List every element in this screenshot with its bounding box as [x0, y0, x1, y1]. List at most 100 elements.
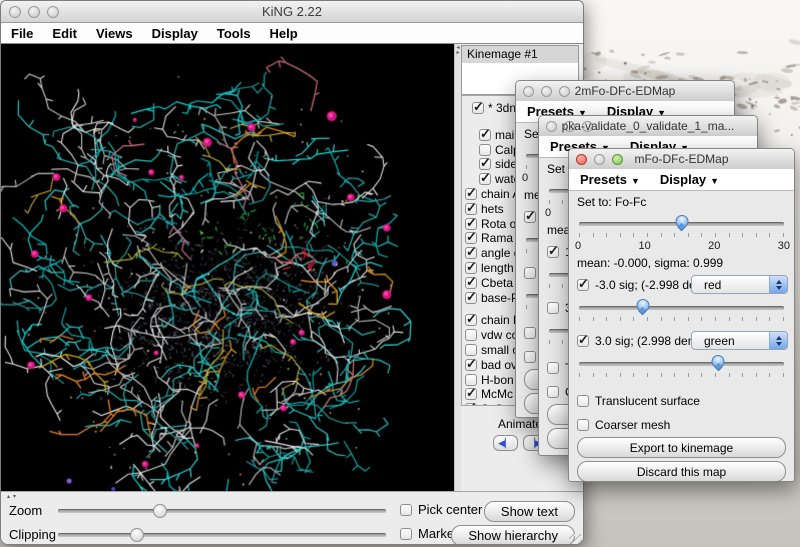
tick-mark	[593, 317, 594, 321]
clipping-slider-thumb[interactable]	[130, 528, 144, 542]
bottom-splitter-arrows[interactable]: ▴▾	[7, 493, 19, 500]
tick-mark	[549, 200, 550, 204]
negative-level-slider[interactable]	[579, 299, 784, 315]
tick-mark	[647, 373, 648, 377]
sidebar-item-vdw-co[interactable]: vdw co	[465, 328, 518, 342]
king-window: KiNG 2.22 File Edit Views Display Tools …	[0, 0, 584, 545]
positive-color-select[interactable]: green	[691, 331, 788, 350]
clipping-slider-track[interactable]	[58, 533, 386, 537]
tick-mark	[715, 317, 716, 321]
item-checkbox[interactable]	[465, 232, 477, 244]
display-menu[interactable]: Display▼	[660, 172, 719, 187]
menu-help[interactable]: Help	[270, 26, 298, 41]
menu-file[interactable]: File	[11, 26, 33, 41]
item-label: base-P	[481, 291, 519, 305]
menu-edit[interactable]: Edit	[52, 26, 77, 41]
tick-mark	[593, 373, 594, 377]
item-checkbox[interactable]	[465, 203, 477, 215]
show-text-button[interactable]: Show text	[484, 501, 575, 522]
stepper-arrows-icon	[769, 276, 787, 293]
dialog-titlebar[interactable]: 2mFo-DFc-EDMap	[516, 81, 734, 102]
slider-thumb[interactable]	[712, 355, 725, 372]
slider-track[interactable]	[579, 362, 784, 366]
item-checkbox[interactable]	[479, 173, 491, 185]
sidebar-item-base-p[interactable]: base-P	[465, 291, 519, 305]
export-to-kinemage-button[interactable]: Export to kinemage	[577, 437, 786, 458]
coarser-mesh-checkbox[interactable]	[524, 351, 536, 363]
positive-level-slider[interactable]	[579, 355, 784, 371]
item-checkbox[interactable]	[465, 359, 477, 371]
translucent-surface-checkbox[interactable]	[524, 327, 536, 339]
menu-tools[interactable]: Tools	[217, 26, 251, 41]
show-hierarchy-button[interactable]: Show hierarchy	[451, 525, 575, 545]
tick-mark	[549, 284, 550, 288]
level-slider[interactable]	[579, 215, 784, 231]
tick-mark	[729, 317, 730, 321]
item-checkbox[interactable]	[465, 388, 477, 400]
zoom-slider-track[interactable]	[58, 509, 386, 513]
menu-display[interactable]: Display	[152, 26, 198, 41]
item-checkbox[interactable]	[465, 262, 477, 274]
item-checkbox[interactable]	[479, 158, 491, 170]
negative-color-select[interactable]: red	[691, 275, 788, 294]
menu-views[interactable]: Views	[96, 26, 133, 41]
item-label: H-bon	[481, 373, 514, 387]
tick-mark	[526, 305, 527, 309]
tick-mark	[579, 233, 580, 237]
dialog-titlebar[interactable]: pka-validate_0_validate_1_ma...	[539, 116, 757, 137]
negative-contour-checkbox[interactable]	[547, 246, 559, 258]
kinemage-list-item[interactable]: Kinemage #1	[462, 46, 578, 63]
dialog-menubar: Presets▼ Display▼	[569, 169, 794, 191]
clipping-slider-row: Clipping Markers Show hierarchy	[1, 525, 583, 543]
pick-center-box[interactable]	[400, 504, 412, 516]
markers-box[interactable]	[400, 528, 412, 540]
tick-mark	[674, 233, 675, 237]
slider-thumb[interactable]	[636, 299, 649, 316]
positive-contour-checkbox[interactable]	[524, 267, 536, 279]
negative-contour-checkbox[interactable]	[577, 279, 589, 291]
positive-contour-checkbox[interactable]	[547, 302, 559, 314]
zoom-slider-thumb[interactable]	[153, 504, 167, 518]
molecular-viewport[interactable]	[1, 44, 454, 491]
item-checkbox[interactable]	[465, 247, 477, 259]
tick-mark	[647, 317, 648, 321]
item-checkbox[interactable]	[465, 344, 477, 356]
king-titlebar[interactable]: KiNG 2.22	[1, 1, 583, 23]
positive-contour-checkbox[interactable]	[577, 335, 589, 347]
sidebar-item-bad-ov[interactable]: bad ov	[465, 358, 517, 372]
item-checkbox[interactable]	[465, 218, 477, 230]
dialog-titlebar[interactable]: mFo-DFc-EDMap	[569, 149, 794, 170]
item-checkbox[interactable]	[465, 374, 477, 386]
translucent-surface-checkbox[interactable]	[547, 362, 559, 374]
item-checkbox[interactable]	[472, 102, 484, 114]
negative-contour-checkbox[interactable]	[524, 211, 536, 223]
item-checkbox[interactable]	[465, 403, 477, 406]
item-checkbox[interactable]	[465, 329, 477, 341]
coarser-mesh-checkbox[interactable]	[577, 419, 589, 431]
slider-thumb[interactable]	[675, 215, 688, 232]
item-checkbox[interactable]	[465, 188, 477, 200]
clipping-label: Clipping	[9, 527, 56, 542]
pick-center-checkbox[interactable]: Pick center	[400, 502, 482, 517]
sidebar-item-chain-b[interactable]: chain B	[465, 313, 521, 327]
slider-track[interactable]	[579, 306, 784, 310]
item-checkbox[interactable]	[479, 129, 491, 141]
item-checkbox[interactable]	[479, 144, 491, 156]
positive-contour-label: 3.0 sig; (2.998 dens)	[595, 334, 704, 348]
split-pane-divider[interactable]: ◂▸	[454, 44, 461, 491]
resize-grip[interactable]	[569, 534, 582, 545]
translucent-surface-checkbox[interactable]	[577, 395, 589, 407]
animate-prev-button[interactable]: ◀▏	[493, 435, 518, 451]
zoom-label: Zoom	[9, 503, 42, 518]
item-checkbox[interactable]	[465, 277, 477, 289]
item-checkbox[interactable]	[465, 314, 477, 326]
coarser-mesh-checkbox[interactable]	[547, 386, 559, 398]
discard-this-map-button[interactable]: Discard this map	[577, 461, 786, 482]
tick-mark	[526, 249, 527, 253]
tick-mark	[661, 233, 662, 237]
slider-ticks	[579, 373, 784, 378]
tick-mark	[729, 233, 730, 237]
presets-menu[interactable]: Presets▼	[580, 172, 640, 187]
item-checkbox[interactable]	[465, 292, 477, 304]
tick-mark	[661, 373, 662, 377]
